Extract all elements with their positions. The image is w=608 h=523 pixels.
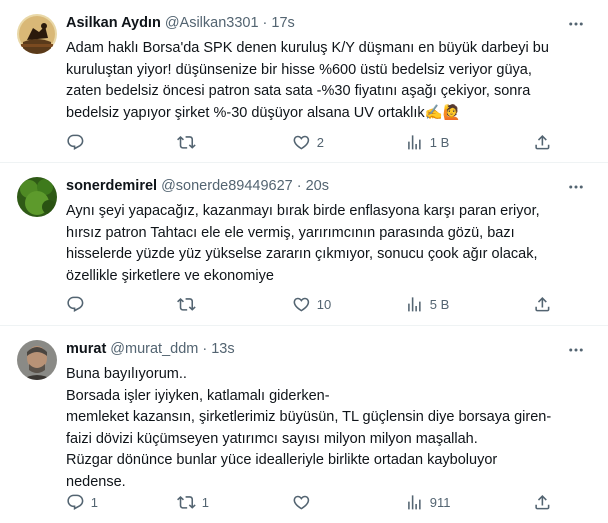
author-name[interactable]: murat (66, 341, 106, 357)
retweet-count: 1 (201, 494, 209, 510)
share-button[interactable] (533, 295, 552, 314)
reply-button[interactable] (66, 133, 91, 152)
timestamp[interactable]: 20s (306, 178, 329, 194)
tweet-actions: 10 5 B (66, 294, 594, 314)
more-icon[interactable] (566, 14, 586, 34)
retweet-icon (177, 135, 196, 149)
tweet-text: Aynı şeyi yapacağız, kazanmayı bırak bir… (66, 201, 592, 287)
tweet-line: kuruluştan yiyor! düşünsenize bir hisse … (66, 61, 532, 78)
author-handle[interactable]: @murat_ddm (110, 341, 198, 357)
author-name[interactable]: Asilkan Aydın (66, 15, 161, 31)
like-icon (293, 495, 310, 510)
share-icon (535, 134, 550, 150)
tweet-line: hırsız patron Tahtacı ele ele vermiş, ya… (66, 224, 515, 241)
retweet-button[interactable] (177, 133, 202, 152)
tweet-header: murat @murat_ddm · 13s (66, 338, 592, 360)
tweet-line: faizi dövizi küçümseyen yatırımcı sayısı… (66, 430, 478, 447)
tweet-line: nedense. (66, 473, 126, 490)
retweet-icon (177, 297, 196, 311)
tweet-text: Buna bayılıyorum.. Borsada işler iyiyken… (66, 364, 592, 493)
tweet-line: Adam haklı Borsa'da SPK denen kuruluş K/… (66, 40, 549, 56)
share-button[interactable] (533, 493, 552, 512)
tweet-header: sonerdemirel @sonerde89449627 · 20s (66, 175, 592, 197)
tweet-line: bedelsiz yapıyor şirket %-30 düşüyor als… (66, 104, 461, 121)
views-button[interactable]: 1 B (405, 133, 449, 152)
retweet-button[interactable]: 1 (177, 493, 209, 512)
tweet[interactable]: murat @murat_ddm · 13s Buna bayılıyorum.… (0, 326, 608, 523)
author-handle[interactable]: @Asilkan3301 (165, 15, 259, 31)
more-icon[interactable] (566, 340, 586, 360)
tweet-line: Aynı şeyi yapacağız, kazanmayı bırak bir… (66, 203, 540, 219)
like-button[interactable]: 10 (292, 295, 331, 314)
like-icon (293, 135, 310, 150)
reply-button[interactable] (66, 295, 91, 314)
views-count: 5 B (429, 296, 450, 312)
like-icon (293, 297, 310, 312)
retweet-button[interactable] (177, 295, 202, 314)
share-icon (535, 296, 550, 312)
like-count: 10 (316, 296, 332, 312)
views-icon (408, 494, 421, 510)
reply-icon (67, 494, 84, 510)
tweet-actions: 1 1 911 (66, 492, 594, 512)
timestamp[interactable]: 13s (211, 341, 234, 357)
tweet-line: zaten bedelsiz öncesi patron sata sata -… (66, 83, 531, 99)
tweet-line: hisselerde yüzde yüz yükselse zararın çı… (66, 246, 538, 262)
tweet-line: Borsada işler iyiyken, katlamalı giderke… (66, 387, 330, 404)
retweet-icon (177, 495, 196, 509)
avatar[interactable] (17, 14, 57, 54)
views-button[interactable]: 5 B (405, 295, 449, 314)
timestamp[interactable]: 17s (271, 15, 294, 31)
reply-icon (67, 296, 84, 312)
like-button[interactable] (292, 493, 317, 512)
views-icon (408, 296, 421, 312)
tweet-actions: 2 1 B (66, 132, 594, 152)
tweet-line: özellikle şirketlere ve ekonomiye (66, 267, 274, 284)
tweet-header: Asilkan Aydın @Asilkan3301 · 17s (66, 12, 592, 34)
views-icon (408, 134, 421, 150)
separator: · (202, 341, 208, 357)
share-button[interactable] (533, 133, 552, 152)
share-icon (535, 494, 550, 510)
timeline: Asilkan Aydın @Asilkan3301 · 17s Adam ha… (0, 0, 608, 523)
tweet[interactable]: sonerdemirel @sonerde89449627 · 20s Aynı… (0, 163, 608, 326)
tweet-line: memleket kazansın, şirketlerimiz büyüsün… (66, 409, 552, 425)
tweet-line: Rüzgar dönünce bunlar yüce idealleriyle … (66, 452, 498, 468)
tweet[interactable]: Asilkan Aydın @Asilkan3301 · 17s Adam ha… (0, 0, 608, 163)
separator: · (296, 178, 302, 194)
author-handle[interactable]: @sonerde89449627 (161, 178, 293, 194)
views-count: 911 (429, 494, 451, 510)
views-button[interactable]: 911 (405, 493, 450, 512)
views-count: 1 B (429, 134, 450, 150)
like-count: 2 (316, 134, 324, 150)
reply-icon (67, 134, 84, 150)
avatar[interactable] (17, 177, 57, 217)
avatar[interactable] (17, 340, 57, 380)
tweet-text: Adam haklı Borsa'da SPK denen kuruluş K/… (66, 38, 592, 124)
separator: · (262, 15, 268, 31)
reply-button[interactable]: 1 (66, 493, 98, 512)
reply-count: 1 (90, 494, 98, 510)
tweet-line: Buna bayılıyorum.. (66, 366, 187, 382)
more-icon[interactable] (566, 177, 586, 197)
author-name[interactable]: sonerdemirel (66, 178, 157, 194)
like-button[interactable]: 2 (292, 133, 324, 152)
